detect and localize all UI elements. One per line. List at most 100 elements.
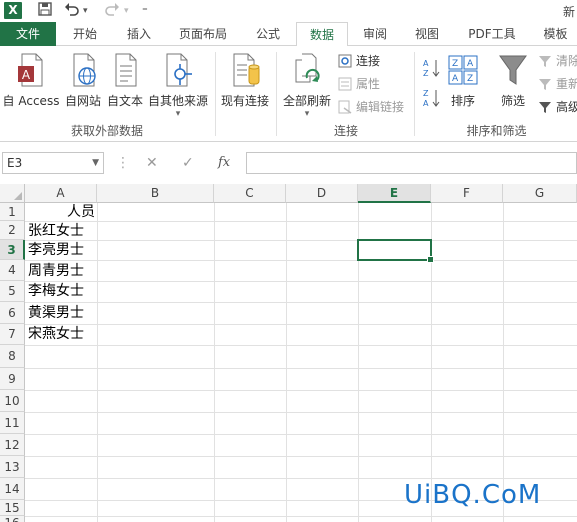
grid-line <box>25 324 577 325</box>
reapply-filter-button[interactable]: 重新 <box>538 75 577 93</box>
group-separator <box>215 52 216 136</box>
name-box[interactable]: E3 ▼ <box>2 152 104 174</box>
row-header-2[interactable]: 2 <box>0 221 25 240</box>
reapply-icon <box>538 77 552 91</box>
row-header-4[interactable]: 4 <box>0 260 25 281</box>
column-header-d[interactable]: D <box>286 184 358 203</box>
group-label-sort-filter: 排序和筛选 <box>466 124 527 138</box>
row-header-9[interactable]: 9 <box>0 368 25 390</box>
column-header-g[interactable]: G <box>503 184 577 203</box>
clear-filter-button[interactable]: 清除 <box>538 52 577 70</box>
tab-view[interactable]: 视图 <box>404 22 450 46</box>
cell-a3[interactable]: 李亮男士 <box>28 240 84 260</box>
undo-icon[interactable] <box>64 2 80 21</box>
row-header-14[interactable]: 14 <box>0 478 25 500</box>
column-header-f[interactable]: F <box>431 184 503 203</box>
row-header-1[interactable]: 1 <box>0 203 25 221</box>
cell-a4[interactable]: 周青男士 <box>28 261 84 281</box>
sort-button[interactable]: ZAAZ 排序 <box>444 52 482 109</box>
sort-ascending-button[interactable]: AZ <box>422 58 440 78</box>
row-header-15[interactable]: 15 <box>0 500 25 516</box>
tab-review[interactable]: 审阅 <box>352 22 398 46</box>
connections-button[interactable]: 连接 <box>338 52 380 70</box>
tab-file[interactable]: 文件 <box>0 22 56 46</box>
column-header-b[interactable]: B <box>97 184 214 203</box>
tab-templates[interactable]: 模板 <box>534 22 577 46</box>
grid-line <box>25 260 577 261</box>
cell-a6[interactable]: 黄渠男士 <box>28 303 84 323</box>
other-sources-dropdown-icon[interactable]: ▾ <box>146 109 210 119</box>
grid-line <box>25 368 577 369</box>
sort-za-icon: ZA <box>422 89 440 111</box>
row-header-13[interactable]: 13 <box>0 456 25 478</box>
grid-line <box>25 516 577 517</box>
tab-insert[interactable]: 插入 <box>114 22 164 46</box>
tab-formulas[interactable]: 公式 <box>244 22 292 46</box>
refresh-dropdown-icon[interactable]: ▾ <box>280 109 334 119</box>
save-icon[interactable] <box>38 2 52 21</box>
from-other-sources-button[interactable]: 自其他来源 ▾ <box>146 52 210 119</box>
row-header-12[interactable]: 12 <box>0 434 25 456</box>
select-all-corner[interactable] <box>0 184 25 203</box>
row-header-16[interactable]: 16 <box>0 516 25 522</box>
confirm-entry-icon[interactable]: ✓ <box>182 154 194 172</box>
more-options-icon[interactable]: ⋮ <box>116 154 130 172</box>
redo-icon[interactable] <box>104 2 120 21</box>
svg-text:Z: Z <box>423 89 429 98</box>
cancel-entry-icon[interactable]: ✕ <box>146 154 158 172</box>
tab-data[interactable]: 数据 <box>296 22 348 47</box>
from-access-button[interactable]: A 自 Access <box>2 52 60 109</box>
group-separator <box>276 52 277 136</box>
window-title: 新 <box>562 5 575 19</box>
filter-button[interactable]: 筛选 <box>494 52 532 109</box>
sort-dialog-icon: ZAAZ <box>447 52 479 88</box>
tab-page-layout[interactable]: 页面布局 <box>168 22 238 46</box>
selected-cell-e3[interactable] <box>357 239 434 263</box>
sort-descending-button[interactable]: ZA <box>422 88 440 108</box>
from-text-button[interactable]: 自文本 <box>104 52 146 109</box>
cell-a7[interactable]: 宋燕女士 <box>28 324 84 344</box>
svg-text:Z: Z <box>467 74 473 84</box>
column-header-e[interactable]: E <box>358 184 431 203</box>
column-header-a[interactable]: A <box>25 184 97 203</box>
column-header-c[interactable]: C <box>214 184 286 203</box>
advanced-filter-button[interactable]: 高级 <box>538 98 577 116</box>
undo-dropdown-icon[interactable]: ▾ <box>83 2 88 20</box>
row-header-6[interactable]: 6 <box>0 302 25 324</box>
tab-home[interactable]: 开始 <box>60 22 110 46</box>
filter-funnel-icon <box>497 52 529 88</box>
row-header-7[interactable]: 7 <box>0 324 25 345</box>
from-web-button[interactable]: 自网站 <box>62 52 104 109</box>
cell-a2[interactable]: 张红女士 <box>28 221 84 241</box>
advanced-filter-icon <box>538 100 552 114</box>
svg-text:A: A <box>423 59 429 68</box>
row-header-3[interactable]: 3 <box>0 240 25 260</box>
svg-text:A: A <box>423 99 429 108</box>
connection-icon <box>338 54 352 68</box>
refresh-all-button[interactable]: 全部刷新 ▾ <box>280 52 334 119</box>
clear-filter-icon <box>538 54 552 68</box>
grid-line <box>286 203 287 522</box>
customize-qat-icon[interactable]: ⁼ <box>142 2 148 20</box>
properties-button[interactable]: 属性 <box>338 75 380 93</box>
tab-pdf-tools[interactable]: PDF工具 <box>458 22 526 46</box>
row-header-11[interactable]: 11 <box>0 412 25 434</box>
cell-a1[interactable]: 人员 <box>27 202 95 222</box>
insert-function-icon[interactable]: fx <box>218 154 230 172</box>
cell-a5[interactable]: 李梅女士 <box>28 281 84 301</box>
formula-input[interactable] <box>246 152 577 174</box>
row-header-8[interactable]: 8 <box>0 345 25 368</box>
row-header-10[interactable]: 10 <box>0 390 25 412</box>
access-icon: A <box>15 52 47 88</box>
existing-connections-button[interactable]: 现有连接 <box>218 52 272 109</box>
group-separator <box>414 52 415 136</box>
title-bar: X ▾ ▾ ⁼ 新 <box>0 0 577 22</box>
redo-dropdown-icon[interactable]: ▾ <box>124 2 129 20</box>
row-header-5[interactable]: 5 <box>0 281 25 302</box>
worksheet-grid[interactable]: A B C D E F G 1 2 3 4 5 6 7 8 9 10 11 12… <box>0 184 577 522</box>
edit-links-button[interactable]: 编辑链接 <box>338 98 404 116</box>
grid-line <box>25 302 577 303</box>
svg-text:Z: Z <box>452 59 458 69</box>
name-box-dropdown-icon[interactable]: ▼ <box>92 153 99 173</box>
text-file-icon <box>109 52 141 88</box>
